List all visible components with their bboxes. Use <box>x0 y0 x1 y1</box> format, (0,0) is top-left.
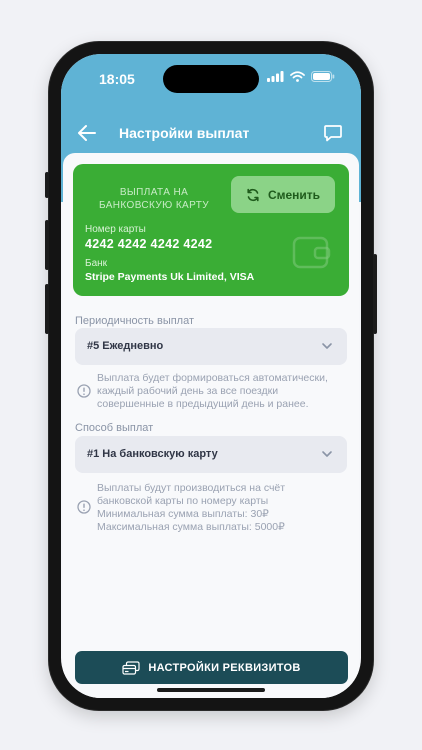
info-icon <box>77 500 91 514</box>
content-panel: ВЫПЛАТА НА БАНКОВСКУЮ КАРТУ Сменить Номе… <box>63 153 359 698</box>
method-label: Способ выплат <box>75 422 154 434</box>
card-number-label: Номер карты <box>85 224 146 235</box>
method-value: #1 На банковскую карту <box>87 448 218 460</box>
method-select[interactable]: #1 На банковскую карту <box>75 436 347 473</box>
frequency-select[interactable]: #5 Ежедневно <box>75 328 347 365</box>
phone-volume-down <box>45 284 49 334</box>
frequency-label: Периодичность выплат <box>75 315 195 327</box>
change-card-button[interactable]: Сменить <box>231 176 335 213</box>
battery-icon <box>311 71 335 82</box>
wifi-icon <box>290 71 305 82</box>
card-number-value: 4242 4242 4242 4242 <box>85 237 213 251</box>
back-arrow-icon[interactable] <box>77 124 97 142</box>
chevron-down-icon <box>322 451 332 457</box>
screen: 18:05 Настройки выплат ВЫПЛАТА НА БАНКОВ… <box>61 54 361 698</box>
info-icon <box>77 384 91 398</box>
bank-value: Stripe Payments Uk Limited, VISA <box>85 271 255 283</box>
bank-label: Банк <box>85 258 108 269</box>
phone-silent-switch <box>45 172 49 198</box>
change-card-label: Сменить <box>267 187 321 202</box>
method-hint-text: Выплаты будут производиться на счёт банк… <box>97 482 286 533</box>
dynamic-island <box>163 65 259 93</box>
requisites-settings-button[interactable]: НАСТРОЙКИ РЕКВИЗИТОВ <box>75 651 348 684</box>
frequency-hint-text: Выплата будет формироваться автоматическ… <box>97 372 328 410</box>
phone-frame: 18:05 Настройки выплат ВЫПЛАТА НА БАНКОВ… <box>45 42 377 710</box>
cards-icon <box>122 660 140 675</box>
chevron-down-icon <box>322 343 332 349</box>
card-caption: ВЫПЛАТА НА БАНКОВСКУЮ КАРТУ <box>98 187 210 211</box>
page-title: Настройки выплат <box>119 125 250 141</box>
home-indicator <box>157 688 265 692</box>
requisites-settings-label: НАСТРОЙКИ РЕКВИЗИТОВ <box>148 661 301 674</box>
status-time: 18:05 <box>99 71 135 87</box>
refresh-icon <box>247 188 259 201</box>
phone-power-button <box>373 254 377 334</box>
chat-icon[interactable] <box>323 123 343 143</box>
signal-icon <box>267 71 284 82</box>
payout-card: ВЫПЛАТА НА БАНКОВСКУЮ КАРТУ Сменить Номе… <box>73 164 349 296</box>
frequency-value: #5 Ежедневно <box>87 340 164 352</box>
wallet-icon <box>292 236 331 269</box>
phone-volume-up <box>45 220 49 270</box>
status-icons <box>267 71 335 82</box>
